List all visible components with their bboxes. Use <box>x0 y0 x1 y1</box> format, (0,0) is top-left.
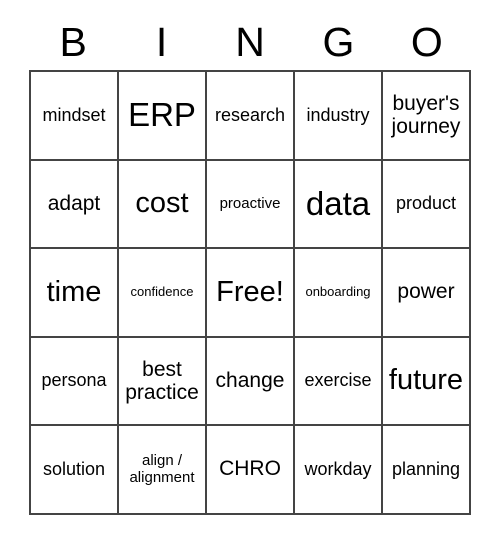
bingo-cell-label: research <box>214 104 286 125</box>
bingo-cell-label: CHRO <box>219 457 281 481</box>
bingo-cell[interactable]: cost <box>119 160 207 250</box>
bingo-cell[interactable]: change <box>207 337 295 427</box>
bingo-cell-label: solution <box>42 458 106 479</box>
bingo-cell-label: onboarding <box>305 284 371 300</box>
bingo-cell[interactable]: confidence <box>119 249 207 338</box>
bingo-header-letter-n: N <box>235 18 265 65</box>
bingo-cell-label: align / alignment <box>129 451 195 486</box>
bingo-cell-label: cost <box>135 187 189 220</box>
bingo-cell-label: planning <box>391 458 461 479</box>
bingo-cell[interactable]: solution <box>31 426 119 515</box>
bingo-cell-label: change <box>215 368 285 392</box>
bingo-cell-label: confidence <box>130 284 194 300</box>
bingo-cell[interactable]: ERP <box>119 72 207 161</box>
bingo-header-letter-b: B <box>59 18 87 65</box>
bingo-cell[interactable]: CHRO <box>207 426 295 515</box>
bingo-cell[interactable]: best practice <box>119 337 207 427</box>
bingo-cell[interactable]: future <box>383 337 471 427</box>
bingo-cell-label: best practice <box>125 357 199 405</box>
bingo-cell[interactable]: persona <box>31 337 119 427</box>
bingo-cell[interactable]: product <box>383 160 471 250</box>
bingo-header-letter-o: O <box>410 18 443 65</box>
bingo-header-letter-g: G <box>322 18 355 65</box>
bingo-cell-label: adapt <box>47 191 101 215</box>
bingo-cell[interactable]: planning <box>383 426 471 515</box>
bingo-cell[interactable]: data <box>295 160 383 250</box>
bingo-cell-label: time <box>46 275 102 308</box>
bingo-cell[interactable]: buyer's journey <box>383 72 471 161</box>
bingo-cell-label: persona <box>41 370 107 391</box>
bingo-cell-label: power <box>397 280 455 304</box>
bingo-cell-label: mindset <box>42 104 106 125</box>
bingo-cell-free-space[interactable]: Free! <box>207 249 295 338</box>
bingo-card: B I N G O mindset ERP research industry … <box>0 0 500 544</box>
bingo-cell[interactable]: mindset <box>31 72 119 161</box>
bingo-cell-label: buyer's journey <box>391 91 461 139</box>
bingo-cell[interactable]: adapt <box>31 160 119 250</box>
bingo-cell-label: industry <box>306 104 370 125</box>
bingo-cell-label: ERP <box>128 96 196 134</box>
bingo-header-row: B I N G O <box>29 14 471 70</box>
bingo-free-space-label: Free! <box>216 275 284 308</box>
bingo-cell-label: data <box>305 185 371 223</box>
bingo-grid: mindset ERP research industry buyer's jo… <box>29 70 471 515</box>
bingo-cell[interactable]: proactive <box>207 160 295 250</box>
bingo-cell-label: workday <box>304 458 372 479</box>
bingo-cell-label: future <box>388 364 464 397</box>
bingo-cell[interactable]: research <box>207 72 295 161</box>
bingo-header-letter-i: I <box>155 18 168 65</box>
bingo-cell[interactable]: onboarding <box>295 249 383 338</box>
bingo-cell[interactable]: time <box>31 249 119 338</box>
bingo-cell[interactable]: industry <box>295 72 383 161</box>
bingo-cell[interactable]: power <box>383 249 471 338</box>
bingo-cell-label: exercise <box>304 370 372 391</box>
bingo-cell-label: proactive <box>219 194 281 212</box>
bingo-cell[interactable]: workday <box>295 426 383 515</box>
bingo-cell[interactable]: exercise <box>295 337 383 427</box>
bingo-cell-label: product <box>395 193 457 214</box>
bingo-cell[interactable]: align / alignment <box>119 426 207 515</box>
